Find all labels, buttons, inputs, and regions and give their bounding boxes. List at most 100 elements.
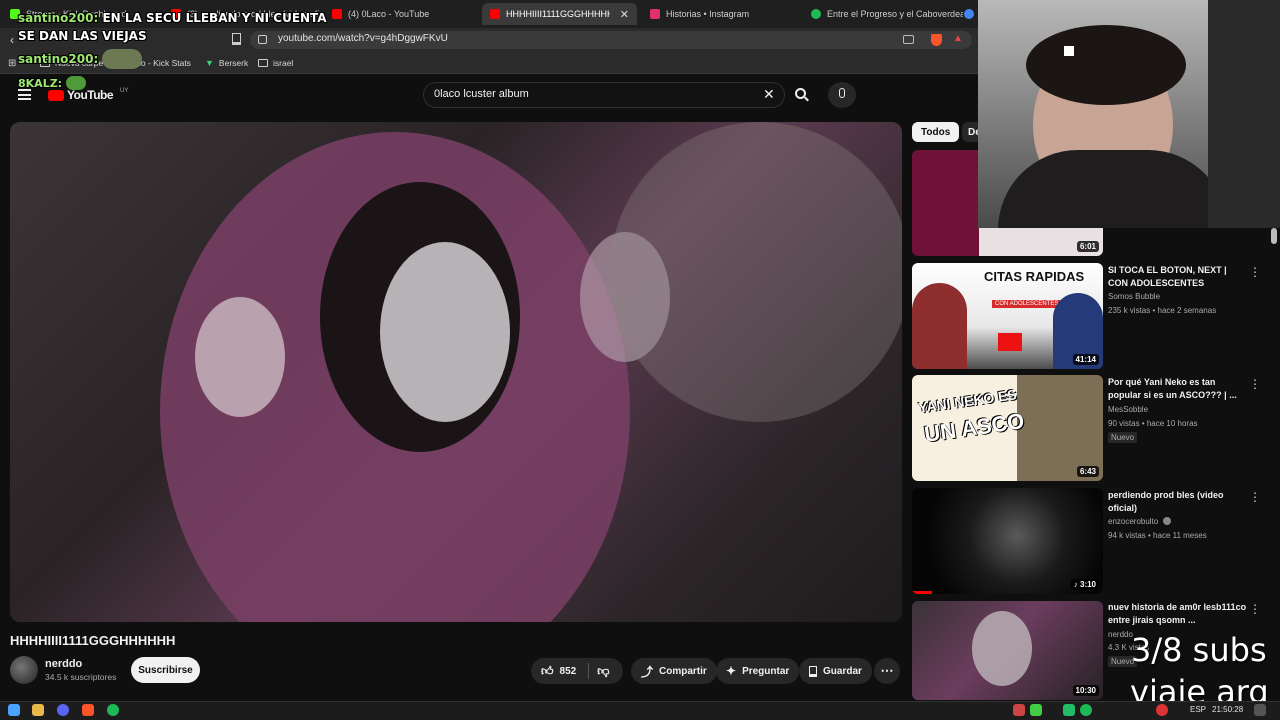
video-duration: 6:43 bbox=[1076, 466, 1099, 477]
recommendation-title[interactable]: Por qué Yani Neko es tan popular si es u… bbox=[1108, 376, 1248, 402]
video-player[interactable] bbox=[10, 122, 902, 622]
like-dislike-group: 👍︎ 852 👎︎ bbox=[531, 658, 623, 684]
recommendation-channel[interactable]: nerddo bbox=[1108, 630, 1133, 639]
video-duration: 6:01 bbox=[1076, 241, 1099, 252]
windows-start-icon[interactable] bbox=[8, 704, 20, 716]
search-query[interactable]: 0laco lcuster album bbox=[434, 88, 529, 100]
more-options-icon[interactable]: ⋮ bbox=[1249, 377, 1261, 391]
tray-app-icon[interactable] bbox=[1156, 704, 1168, 716]
recommendation-thumbnail[interactable]: CITAS RAPIDAS CON ADOLESCENTES 41:14 bbox=[912, 263, 1103, 369]
discord-icon[interactable] bbox=[57, 704, 69, 716]
chat-message: 8KALZ: bbox=[18, 76, 86, 90]
chip-todos[interactable]: Todos bbox=[912, 122, 960, 142]
recommendation-thumbnail[interactable]: 10:30 bbox=[912, 601, 1103, 700]
red-button-shape bbox=[998, 333, 1022, 351]
webcam-light bbox=[1064, 46, 1074, 56]
cast-icon[interactable] bbox=[903, 35, 914, 44]
recommendation-channel[interactable]: Somos Bubble bbox=[1108, 292, 1160, 301]
site-info-icon[interactable] bbox=[258, 35, 267, 44]
keyboard-language[interactable]: ESP bbox=[1190, 705, 1206, 714]
youtube-logo[interactable]: YouTube UY bbox=[48, 88, 128, 102]
ask-button[interactable]: ✦ Preguntar bbox=[716, 658, 800, 684]
more-actions-icon[interactable]: ⋯ bbox=[874, 658, 900, 684]
voice-search-button[interactable] bbox=[828, 82, 856, 108]
chat-message: santino200: EN LA SECU LLEBAN Y NI CUENT… bbox=[18, 11, 327, 25]
url-text[interactable]: youtube.com/watch?v=g4hDggwFKvU bbox=[278, 33, 448, 44]
tray-app-icon[interactable] bbox=[1030, 704, 1042, 716]
webcam-hair bbox=[1026, 25, 1186, 105]
spotify-icon[interactable] bbox=[107, 704, 119, 716]
bookmark-page-icon[interactable] bbox=[232, 33, 241, 45]
recommendation-title[interactable]: perdiendo prod bles (video oficial) bbox=[1108, 489, 1248, 515]
instagram-icon bbox=[650, 9, 660, 19]
bookmark-israel[interactable]: israel bbox=[258, 58, 293, 68]
emote-image bbox=[65, 76, 86, 90]
brave-rewards-icon[interactable]: ▲ bbox=[953, 33, 963, 44]
youtube-play-icon bbox=[48, 89, 64, 101]
avatar[interactable] bbox=[10, 656, 38, 684]
more-options-icon[interactable]: ⋮ bbox=[1249, 490, 1261, 504]
youtube-icon bbox=[490, 9, 500, 19]
youtube-icon bbox=[332, 9, 342, 19]
video-duration: ♪ 3:10 bbox=[1070, 579, 1099, 590]
webcam-shelf bbox=[1208, 0, 1280, 228]
google-icon bbox=[964, 9, 974, 19]
save-button[interactable]: Guardar bbox=[799, 658, 872, 684]
tray-app-icon[interactable] bbox=[1063, 704, 1075, 716]
divider bbox=[588, 663, 590, 679]
berserk-icon: ▼ bbox=[205, 58, 214, 68]
recommendation-title[interactable]: SI TOCA EL BOTON, NEXT | CON ADOLESCENTE… bbox=[1108, 264, 1248, 290]
emote-image bbox=[102, 49, 143, 69]
spotify-icon bbox=[811, 9, 821, 19]
tab-0laco-youtube[interactable]: (4) 0Laco - YouTube bbox=[324, 3, 479, 25]
notification-icon[interactable] bbox=[1254, 704, 1266, 716]
channel-name[interactable]: nerddo bbox=[45, 658, 82, 670]
sparkle-icon: ✦ bbox=[726, 664, 737, 678]
more-options-icon[interactable]: ⋮ bbox=[1249, 602, 1261, 616]
recommendation-thumbnail[interactable]: YANI NEKO ES UN ASCO 6:43 bbox=[912, 375, 1103, 481]
recommendation-title[interactable]: nuev historia de am0r lesb111co entre ji… bbox=[1108, 601, 1248, 627]
menu-icon[interactable] bbox=[18, 89, 31, 100]
new-badge: Nuevo bbox=[1108, 432, 1138, 443]
video-frame-background bbox=[610, 122, 902, 422]
close-tab-icon[interactable]: ✕ bbox=[620, 8, 629, 21]
verified-icon bbox=[1162, 517, 1171, 525]
share-button[interactable]: ⤴ Compartir bbox=[631, 658, 717, 684]
brave-shields-icon[interactable] bbox=[931, 34, 942, 46]
recommendation-channel[interactable]: enzocerobulto bbox=[1108, 517, 1171, 526]
sidebar-scrollbar[interactable] bbox=[1271, 228, 1277, 244]
system-clock[interactable]: 21:50:28 bbox=[1212, 705, 1243, 714]
recommendation-thumbnail[interactable]: ♪ 3:10 bbox=[912, 488, 1103, 594]
chat-message: SE DAN LAS VIEJAS bbox=[18, 29, 147, 43]
back-icon[interactable]: ‹ bbox=[10, 33, 14, 47]
thumbnail-face bbox=[972, 611, 1032, 686]
recommendation-meta: 94 k vistas • hace 11 meses bbox=[1108, 531, 1207, 540]
dislike-icon[interactable]: 👎︎ bbox=[597, 664, 609, 679]
bookmark-berserk[interactable]: ▼ Berserk bbox=[205, 58, 248, 68]
subs-goal-text: 3/8 subs bbox=[1131, 631, 1267, 669]
video-duration: 41:14 bbox=[1072, 354, 1099, 365]
like-icon[interactable]: 👍︎ bbox=[541, 664, 554, 679]
brave-browser-icon[interactable] bbox=[82, 704, 94, 716]
tab-spotify[interactable]: Entre el Progreso y el Caboverdeano bbox=[803, 3, 963, 25]
tab-instagram[interactable]: Historias • Instagram bbox=[642, 3, 802, 25]
thumbnail-person bbox=[912, 283, 967, 369]
more-options-icon[interactable]: ⋮ bbox=[1249, 265, 1261, 279]
video-frame-face bbox=[380, 242, 510, 422]
video-duration: 10:30 bbox=[1072, 685, 1099, 696]
save-icon bbox=[809, 665, 817, 677]
tab-active-video[interactable]: HHHHIIII1111GGGHHHHH ✕ bbox=[482, 3, 637, 25]
file-explorer-icon[interactable] bbox=[32, 704, 44, 716]
clear-search-icon[interactable]: ✕ bbox=[763, 86, 775, 103]
subscribe-button[interactable]: Suscribirse bbox=[131, 657, 200, 683]
webcam-feed bbox=[978, 0, 1280, 228]
apps-grid-icon[interactable]: ⊞ bbox=[8, 58, 16, 69]
microphone-icon bbox=[839, 88, 845, 98]
tray-app-icon[interactable] bbox=[1013, 704, 1025, 716]
subscriber-count: 34.5 k suscriptores bbox=[45, 672, 117, 682]
video-title: HHHHIIII1111GGGHHHHHH bbox=[10, 633, 176, 648]
video-frame-hand bbox=[195, 297, 285, 417]
tray-spotify-icon[interactable] bbox=[1080, 704, 1092, 716]
share-icon: ⤴ bbox=[641, 664, 654, 679]
recommendation-channel[interactable]: MesSobble bbox=[1108, 405, 1148, 414]
